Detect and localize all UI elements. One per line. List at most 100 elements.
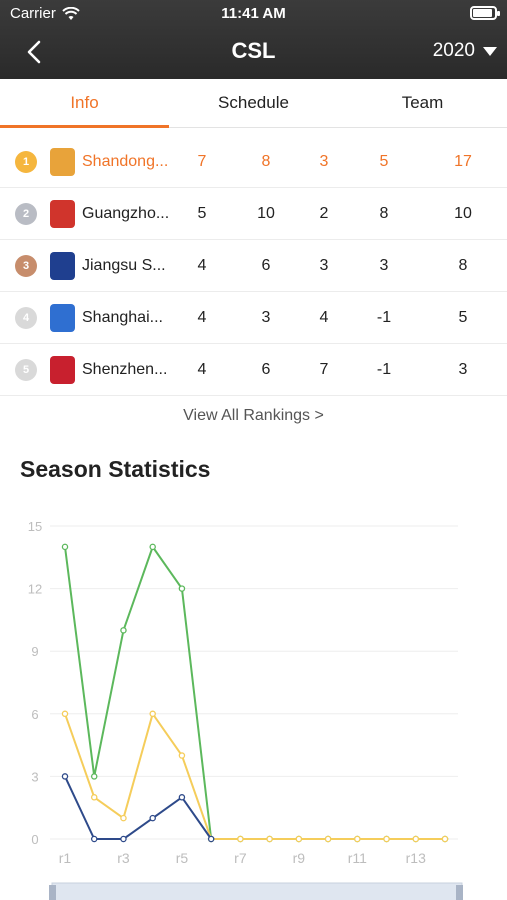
data-point bbox=[149, 710, 156, 718]
y-tick-label: 0 bbox=[31, 832, 38, 847]
stat-cell: 4 bbox=[197, 308, 207, 326]
status-time: 11:41 AM bbox=[221, 5, 286, 22]
data-point bbox=[61, 543, 69, 551]
stat-cell: 2 bbox=[319, 204, 329, 222]
team-logo-icon bbox=[50, 147, 75, 176]
rankings-table: 1 Shandong... 7 8 3 5 17 2 Guangzho... 5 10 2 8 10 3 Ji… bbox=[0, 136, 507, 396]
stat-cell: 8 bbox=[261, 152, 271, 170]
table-row[interactable]: 1 Shandong... 7 8 3 5 17 bbox=[0, 136, 507, 188]
data-point bbox=[237, 835, 244, 843]
stat-cell: 7 bbox=[319, 360, 329, 378]
stat-cell: 3 bbox=[319, 152, 329, 170]
top-bar: Carrier 11:41 AM CSL 2020 bbox=[0, 0, 507, 79]
team-name: Shenzhen... bbox=[82, 360, 168, 378]
data-point bbox=[120, 835, 127, 843]
data-point bbox=[61, 710, 69, 718]
stat-cell: 10 bbox=[257, 204, 275, 222]
stat-cell: 7 bbox=[197, 152, 207, 170]
data-point bbox=[90, 835, 98, 843]
table-row[interactable]: 2 Guangzho... 5 10 2 8 10 bbox=[0, 188, 507, 240]
data-point bbox=[90, 794, 98, 801]
data-point bbox=[324, 835, 332, 843]
y-tick-label: 15 bbox=[28, 519, 42, 534]
data-point bbox=[149, 814, 156, 822]
data-point bbox=[207, 835, 215, 843]
stat-cell: 10 bbox=[454, 204, 472, 222]
stat-cell: 8 bbox=[379, 204, 389, 222]
tab-team[interactable]: Team bbox=[338, 79, 507, 127]
stat-cell: 4 bbox=[197, 360, 207, 378]
x-tick-label: r11 bbox=[348, 850, 367, 866]
data-point bbox=[354, 835, 361, 843]
x-tick-label: r7 bbox=[234, 850, 247, 866]
zoom-handle-left bbox=[49, 885, 56, 900]
table-row[interactable]: 3 Jiangsu S... 4 6 3 3 8 bbox=[0, 240, 507, 292]
team-name: Shanghai... bbox=[82, 308, 163, 326]
data-point bbox=[149, 543, 156, 551]
stat-cell: 3 bbox=[379, 256, 389, 274]
stat-cell: 5 bbox=[458, 308, 468, 326]
team-name: Shandong... bbox=[82, 152, 169, 170]
year-value: 2020 bbox=[432, 40, 475, 61]
team-logo-icon bbox=[50, 251, 75, 280]
data-point bbox=[383, 835, 390, 843]
stat-cell: 5 bbox=[197, 204, 207, 222]
x-tick-label: r9 bbox=[293, 850, 306, 866]
y-tick-label: 6 bbox=[31, 707, 38, 722]
rank-medal-icon: 5 bbox=[15, 358, 37, 381]
x-tick-label: r3 bbox=[117, 850, 130, 866]
rank-medal-icon: 2 bbox=[15, 202, 37, 225]
data-point bbox=[178, 752, 186, 759]
x-tick-label: r5 bbox=[176, 850, 189, 866]
data-point bbox=[295, 835, 303, 843]
y-tick-label: 9 bbox=[31, 644, 38, 659]
battery-icon bbox=[470, 6, 500, 20]
triangle-down-icon bbox=[483, 46, 497, 56]
stat-cell: 8 bbox=[458, 256, 468, 274]
view-all-rankings-link[interactable]: View All Rankings > bbox=[0, 407, 507, 425]
rank-medal-icon: 4 bbox=[15, 306, 37, 329]
data-point bbox=[61, 773, 69, 780]
data-point bbox=[178, 585, 186, 592]
tab-info[interactable]: Info bbox=[0, 79, 169, 128]
table-row[interactable]: 5 Shenzhen... 4 6 7 -1 3 bbox=[0, 344, 507, 396]
page-title: CSL bbox=[231, 38, 276, 63]
stat-cell: -1 bbox=[376, 360, 392, 378]
year-select[interactable]: 2020 bbox=[433, 40, 497, 62]
y-tick-label: 3 bbox=[31, 769, 38, 784]
data-point bbox=[178, 794, 186, 801]
stat-cell: 3 bbox=[458, 360, 468, 378]
stat-cell: 3 bbox=[319, 256, 329, 274]
stat-cell: 3 bbox=[261, 308, 271, 326]
series-line bbox=[64, 775, 212, 840]
data-point bbox=[90, 773, 98, 780]
zoom-handle-right bbox=[456, 885, 463, 900]
data-point bbox=[120, 627, 127, 634]
zoom-slider bbox=[51, 882, 463, 900]
data-point bbox=[412, 835, 420, 843]
rank-medal-icon: 1 bbox=[15, 150, 37, 173]
stat-cell: -1 bbox=[376, 308, 392, 326]
x-tick-label: r1 bbox=[59, 850, 72, 866]
rank-medal-icon: 3 bbox=[15, 254, 37, 277]
data-point bbox=[266, 835, 273, 843]
stat-cell: 4 bbox=[197, 256, 207, 274]
data-point bbox=[120, 814, 127, 822]
x-tick-label: r13 bbox=[406, 850, 426, 866]
team-logo-icon bbox=[50, 303, 75, 332]
season-statistics-chart: 0 3 6 9 12 15 r1 r3 r5 r7 r9 r11 r13 bbox=[28, 519, 463, 900]
stat-cell: 6 bbox=[261, 360, 271, 378]
tab-bar: Info Schedule Team bbox=[0, 79, 507, 128]
tab-schedule[interactable]: Schedule bbox=[169, 79, 338, 127]
team-name: Guangzho... bbox=[82, 204, 170, 222]
table-row[interactable]: 4 Shanghai... 4 3 4 -1 5 bbox=[0, 292, 507, 344]
data-point bbox=[441, 835, 449, 843]
y-tick-label: 12 bbox=[28, 582, 42, 597]
stat-cell: 5 bbox=[379, 152, 389, 170]
series-line bbox=[64, 545, 445, 840]
stat-cell: 4 bbox=[319, 308, 329, 326]
team-logo-icon bbox=[50, 199, 75, 228]
stat-cell: 17 bbox=[454, 152, 472, 170]
team-logo-icon bbox=[50, 355, 75, 384]
team-name: Jiangsu S... bbox=[82, 256, 166, 274]
